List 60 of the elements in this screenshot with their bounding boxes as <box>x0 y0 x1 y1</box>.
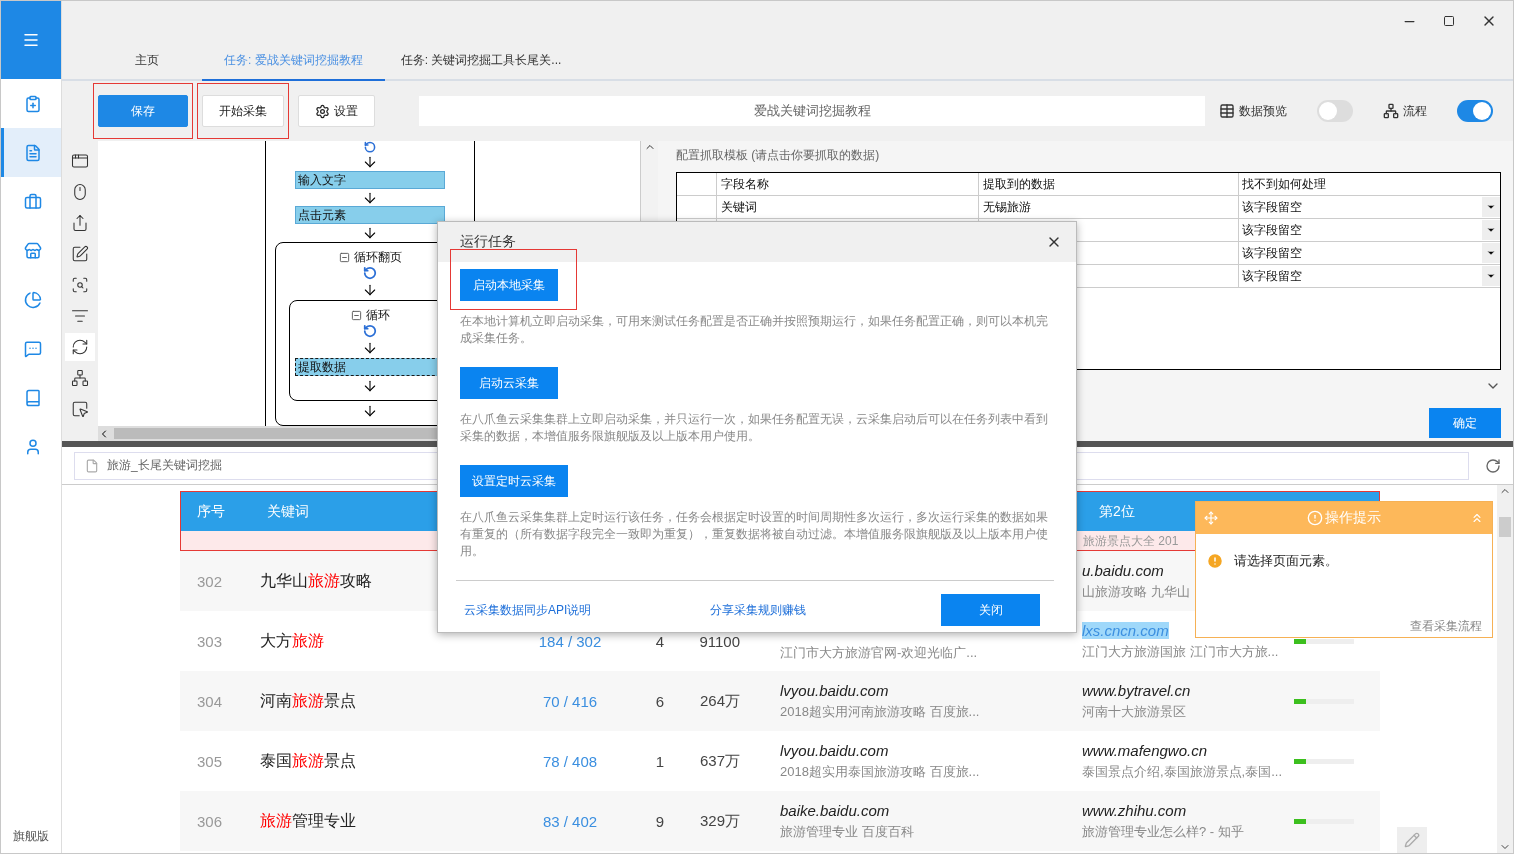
keyword-cell-text: 旅游管理专业 <box>259 810 357 831</box>
rank-cell-text: 184 / 302 <box>537 632 603 650</box>
row-number: 303 <box>196 632 224 650</box>
tip-message: 请选择页面元素。 <box>1234 552 1338 570</box>
keyword-cell-text: 河南旅游景点 <box>259 690 357 711</box>
option-description: 在八爪鱼云采集集群上立即启动采集，并只运行一次，如果任务配置无误，云采集启动后可以在任务列表中看到采集的数据，本增值服务限旗舰版及以上版本用户使用。 <box>460 411 1049 445</box>
column-header: 第2位 <box>1099 502 1135 521</box>
row-number: 305 <box>196 752 224 770</box>
site-description: 江门大方旅游国旅 江门市大方旅... <box>1082 642 1280 661</box>
edition-label: 旗舰版 <box>12 828 50 845</box>
site-name: lxs.cncn.com <box>1082 621 1169 639</box>
keyword-cell-text: 大方旅游 <box>259 630 325 651</box>
site-name: lvyou.baidu.com <box>780 681 889 699</box>
site-description: 2018超实用泰国旅游攻略 百度旅... <box>780 762 981 781</box>
rank-cell-text: 78 / 408 <box>541 752 599 770</box>
site-description: 2018超实用河南旅游攻略 百度旅... <box>780 702 981 721</box>
tip-title: 操作提示 <box>1325 509 1381 527</box>
column-header: 字段名称 <box>717 173 979 195</box>
column-header: 关键词 <box>267 502 309 521</box>
site-description: 山旅游攻略 九华山 <box>1082 582 1191 601</box>
template-title: 配置抓取模板 (请点击你要抓取的数据) <box>676 147 881 164</box>
count-cell-text: 1 <box>654 752 666 770</box>
volume-cell-text: 264万 <box>698 691 741 711</box>
preview-label: 数据预览 <box>1239 102 1287 120</box>
row-number: 302 <box>196 572 224 590</box>
count-cell-text: 9 <box>654 812 666 830</box>
flow-label: 流程 <box>1403 102 1427 120</box>
keyword-cell-text: 泰国旅游景点 <box>259 750 357 771</box>
site-description: 旅游管理专业 百度百科 <box>780 822 915 841</box>
volume-cell-text: 637万 <box>698 751 741 771</box>
keyword-cell-text: 九华山旅游攻略 <box>259 570 373 591</box>
rank-cell-text: 83 / 402 <box>541 812 599 830</box>
table-cell-text: 旅游景点大全 201 <box>1083 533 1180 550</box>
site-name: www.mafengwo.cn <box>1082 741 1208 759</box>
site-name: lvyou.baidu.com <box>780 741 889 759</box>
count-cell-text: 4 <box>654 632 666 650</box>
row-number: 304 <box>196 692 224 710</box>
option-description: 在八爪鱼云采集集群上定时运行该任务，任务会根据定时设置的时间周期性多次运行，多次运行采集的数据如果有重复的（所有数据字段完全一致即为重复），重复数据将被自动过滤。本增值服务限旗舰版及以上版本用户使用。 <box>460 509 1049 560</box>
site-description: 河南十大旅游景区 <box>1082 702 1187 721</box>
site-description: 江门市大方旅游官网-欢迎光临广... <box>780 644 979 662</box>
site-name: www.bytravel.cn <box>1082 681 1191 699</box>
volume-cell-text: 329万 <box>698 811 741 831</box>
table-cell: 无锡旅游 <box>979 196 1239 218</box>
option-description: 在本地计算机立即启动采集，可用来测试任务配置是否正确并按照预期运行，如果任务配置正确，则可以本机完成采集任务。 <box>460 313 1049 347</box>
site-name: www.zhihu.com <box>1082 801 1187 819</box>
loop-title: 循环翻页 <box>353 249 402 266</box>
rank-cell-text: 70 / 416 <box>541 692 599 710</box>
loop-title: 循环 <box>365 307 390 324</box>
column-header: 提取到的数据 <box>979 173 1239 195</box>
site-name: u.baidu.com <box>1082 561 1164 579</box>
column-header: 序号 <box>197 502 225 521</box>
count-cell-text: 6 <box>654 692 666 710</box>
volume-cell-text: 91100 <box>698 632 741 650</box>
site-name: baike.baidu.com <box>780 801 890 819</box>
column-header: 找不到如何处理 <box>1241 175 1327 193</box>
row-number: 306 <box>196 812 224 830</box>
site-description: 泰国景点介绍,泰国旅游景点,泰国... <box>1082 762 1284 781</box>
table-cell: 关键词 <box>717 196 979 218</box>
dialog-title: 运行任务 <box>460 233 516 251</box>
site-description: 旅游管理专业怎么样? - 知乎 <box>1082 822 1245 841</box>
